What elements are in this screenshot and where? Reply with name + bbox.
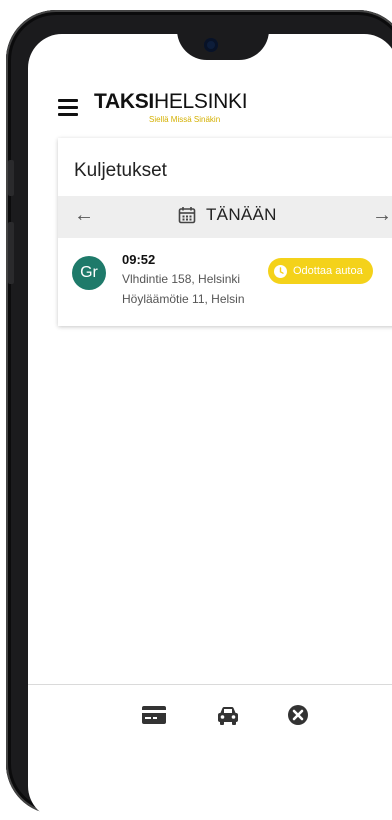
prev-day-arrow-icon[interactable]: ←	[74, 204, 94, 227]
close-circle-icon[interactable]	[284, 701, 312, 729]
bottom-navigation	[28, 684, 392, 747]
clock-icon	[274, 264, 287, 278]
ride-list-item[interactable]: Gr 09:52 Vlhdintie 158, Helsinki Höylääm…	[58, 246, 392, 318]
brand-regular: HELSINKI	[153, 90, 248, 113]
avatar: Gr	[72, 256, 106, 290]
date-navigator: ← TÄNÄÄN →	[58, 196, 392, 238]
phone-frame: TAKSIHELSINKI Siellä Missä Sinäkin Kulje…	[6, 10, 392, 820]
brand-bold: TAKSI	[94, 90, 154, 113]
rides-card: Kuljetukset ← TÄNÄÄN → Gr 09:52 Vlhdinti…	[58, 138, 392, 326]
next-day-arrow-icon[interactable]: →	[372, 204, 392, 227]
taxi-icon[interactable]	[214, 701, 242, 729]
app-logo: TAKSIHELSINKI Siellä Missä Sinäkin	[94, 90, 248, 124]
screen: TAKSIHELSINKI Siellä Missä Sinäkin Kulje…	[28, 34, 392, 820]
camera-icon	[204, 38, 218, 52]
ride-time: 09:52	[122, 252, 156, 267]
app-header: TAKSIHELSINKI Siellä Missä Sinäkin	[28, 90, 392, 136]
brand-tagline: Siellä Missä Sinäkin	[149, 115, 221, 124]
date-label: TÄNÄÄN	[206, 205, 277, 224]
side-button-lower	[8, 222, 14, 284]
status-badge: Odottaa autoa	[268, 258, 373, 284]
calendar-icon	[178, 207, 196, 224]
notch	[177, 34, 269, 60]
credit-card-icon[interactable]	[140, 701, 168, 729]
ride-pickup-address: Vlhdintie 158, Helsinki	[122, 272, 241, 286]
ride-destination-address: Höyläämötie 11, Helsin	[122, 292, 245, 306]
date-selector[interactable]: TÄNÄÄN	[178, 205, 277, 225]
side-button-upper	[8, 160, 14, 196]
page-title: Kuljetukset	[74, 160, 167, 181]
hamburger-menu-icon[interactable]	[58, 99, 78, 117]
status-label: Odottaa autoa	[293, 265, 363, 277]
